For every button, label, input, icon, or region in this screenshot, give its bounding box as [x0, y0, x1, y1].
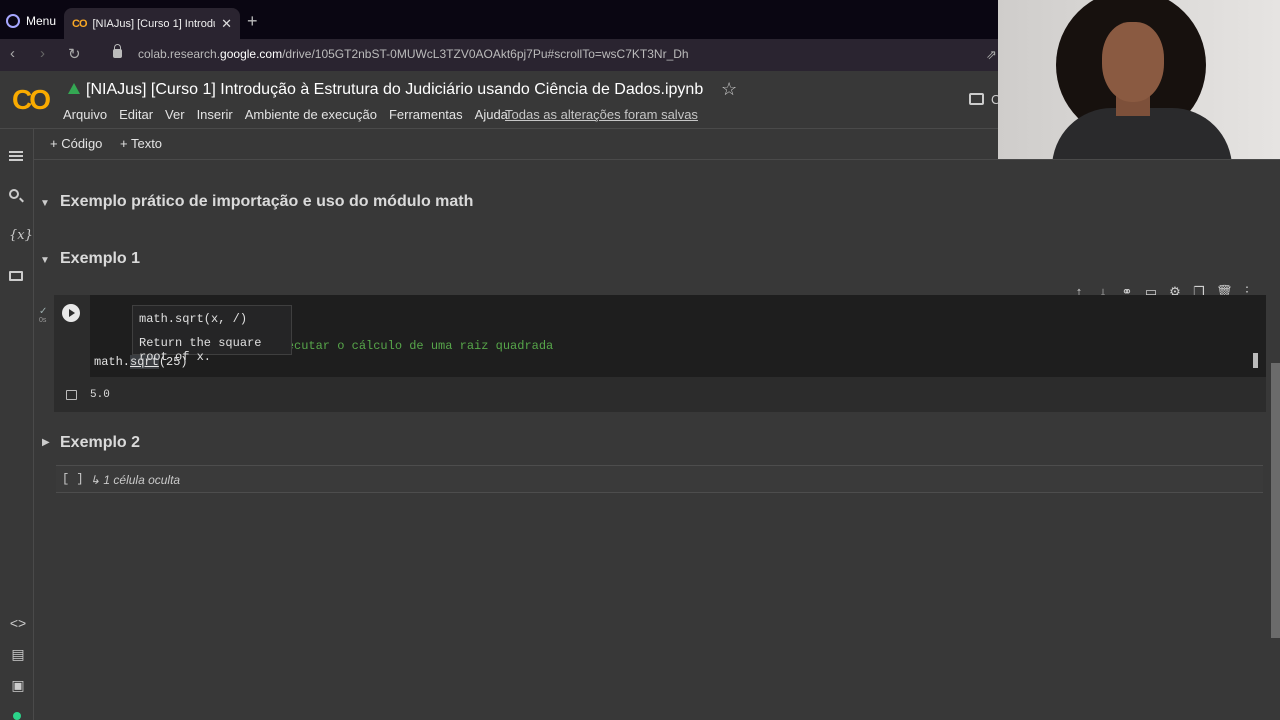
menu-editar[interactable]: Editar	[119, 107, 153, 122]
command-palette-icon[interactable]: ▤	[9, 646, 27, 663]
editor-scrollbar[interactable]	[1253, 353, 1258, 368]
toc-icon[interactable]	[9, 149, 27, 163]
notebook-content: ▼ Exemplo prático de importação e uso do…	[34, 160, 1270, 720]
url-prefix: colab.research.	[138, 47, 221, 61]
add-text-button[interactable]: + Texto	[120, 136, 162, 151]
section-heading: Exemplo 2	[60, 434, 141, 451]
code-cell: ✓ 0s math a executar o cálculo de uma ra…	[39, 295, 1266, 412]
colab-favicon-icon: CO	[72, 17, 87, 30]
exec-time: 0s	[39, 317, 47, 324]
opera-icon	[6, 14, 20, 28]
comment-icon[interactable]	[969, 93, 984, 105]
close-tab-icon[interactable]: ✕	[221, 16, 232, 32]
code-line-2: a executar o cálculo de uma raiz quadrad…	[258, 339, 554, 353]
left-sidebar: {x} <> ▤ ▣	[0, 129, 34, 720]
search-icon[interactable]	[9, 189, 27, 199]
reload-icon[interactable]: ↻	[68, 45, 81, 63]
screen: Menu CO [NIAJus] [Curso 1] Introduç ✕ + …	[0, 0, 1280, 720]
status-dot-icon	[13, 712, 21, 720]
collapse-caret-icon[interactable]: ▼	[40, 198, 50, 209]
menu-bar: Arquivo Editar Ver Inserir Ambiente de e…	[63, 107, 520, 122]
section-heading: Exemplo 1	[60, 250, 141, 267]
files-icon[interactable]	[9, 271, 27, 281]
person-face	[1102, 22, 1164, 102]
tooltip-doc: Return the square root of x.	[139, 336, 262, 364]
signature-tooltip: math.sqrt(x, /) Return the square root o…	[132, 305, 292, 364]
menu-ferramentas[interactable]: Ferramentas	[389, 107, 463, 122]
code-editor[interactable]: math a executar o cálculo de uma raiz qu…	[90, 295, 1266, 377]
hidden-cells-row[interactable]: [ ] ↳ 1 célula oculta	[56, 465, 1263, 493]
output-icon[interactable]	[66, 390, 77, 400]
run-cell-button[interactable]	[62, 304, 80, 322]
page-scrollbar[interactable]	[1271, 363, 1280, 638]
url-domain: google.com	[220, 47, 283, 61]
url-path: /drive/105GT2nbST-0MUWcL3TZV0AOAkt6pj7Pu…	[282, 47, 689, 61]
tooltip-signature: math.sqrt(x, /)	[139, 312, 248, 326]
webcam-overlay	[998, 0, 1280, 159]
share-icon[interactable]: ⇗	[986, 47, 997, 63]
executed-check-icon: ✓	[39, 306, 48, 317]
code-snippets-icon[interactable]: <>	[9, 615, 27, 631]
menu-ambiente[interactable]: Ambiente de execução	[245, 107, 377, 122]
menu-arquivo[interactable]: Arquivo	[63, 107, 107, 122]
forward-icon[interactable]: ›	[40, 45, 45, 62]
browser-tab-active[interactable]: CO [NIAJus] [Curso 1] Introduç ✕	[64, 8, 240, 39]
notebook-title[interactable]: [NIAJus] [Curso 1] Introdução à Estrutur…	[86, 81, 703, 99]
hidden-cell-brackets: [ ]	[62, 472, 84, 486]
browser-menu-button[interactable]: Menu	[6, 10, 56, 32]
hidden-cell-label: ↳ 1 célula oculta	[90, 473, 181, 487]
menu-inserir[interactable]: Inserir	[197, 107, 233, 122]
tab-title: [NIAJus] [Curso 1] Introduç	[92, 17, 216, 30]
colab-logo-icon[interactable]: CO	[12, 84, 51, 116]
menu-ajuda[interactable]: Ajuda	[475, 107, 508, 122]
code-token: math.	[94, 355, 131, 369]
back-icon[interactable]: ‹	[10, 45, 15, 62]
new-tab-icon[interactable]: +	[247, 11, 258, 32]
cell-output: 5.0	[90, 389, 110, 401]
menu-label: Menu	[26, 14, 57, 28]
menu-ver[interactable]: Ver	[165, 107, 185, 122]
expand-caret-icon[interactable]: ▶	[42, 437, 50, 448]
add-code-button[interactable]: + Código	[50, 136, 102, 151]
section-heading: Exemplo prático de importação e uso do m…	[60, 193, 474, 210]
variables-icon[interactable]: {x}	[9, 228, 33, 243]
star-icon[interactable]: ☆	[721, 79, 737, 100]
terminal-icon[interactable]: ▣	[9, 677, 27, 694]
save-status-link[interactable]: Todas as alterações foram salvas	[505, 107, 698, 122]
url-field[interactable]: colab.research.google.com/drive/105GT2nb…	[138, 47, 689, 61]
drive-icon	[68, 83, 80, 94]
collapse-caret-icon[interactable]: ▼	[40, 255, 50, 266]
lock-icon	[113, 44, 122, 58]
